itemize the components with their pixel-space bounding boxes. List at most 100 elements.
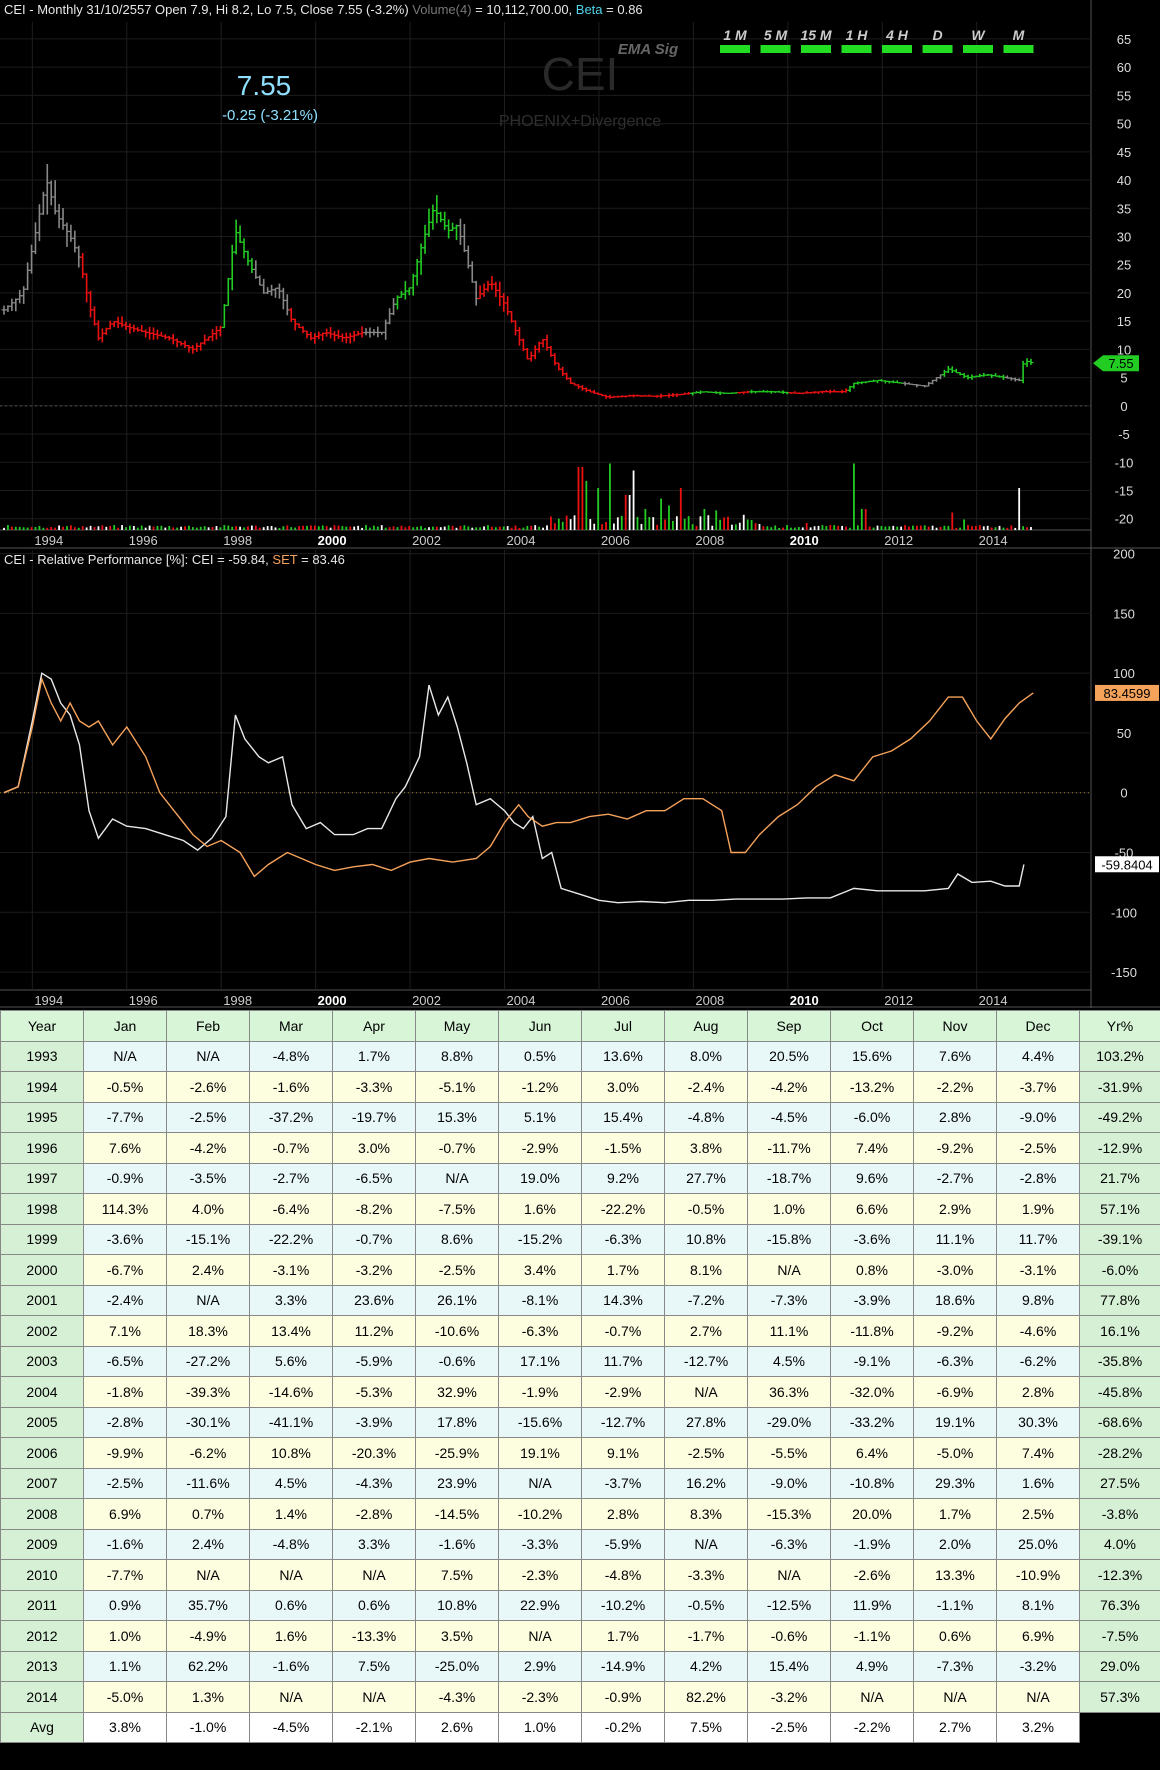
table-row: 1999 -3.6% -15.1% -22.2% -0.7% 8.6% -15.2% -6.3… (0, 1223, 1160, 1255)
monthly-return-cell: -5.1% (415, 1071, 499, 1103)
timeframe-button-5m[interactable]: 5 M (764, 27, 788, 43)
price-x-tick-label: 2002 (412, 533, 441, 548)
column-header-jun[interactable]: Jun (498, 1010, 582, 1042)
monthly-return-cell: 3.5% (415, 1620, 499, 1652)
timeframe-button-15m[interactable]: 15 M (800, 27, 831, 43)
column-header-year[interactable]: Year (0, 1010, 84, 1042)
monthly-return-cell: N/A (996, 1681, 1080, 1713)
column-header-jul[interactable]: Jul (581, 1010, 665, 1042)
column-header-jan[interactable]: Jan (83, 1010, 167, 1042)
timeframe-button-w[interactable]: W (971, 27, 986, 43)
monthly-return-cell: -14.9% (581, 1650, 665, 1682)
set-value: = 83.46 (301, 552, 345, 567)
monthly-return-cell: -33.2% (830, 1406, 914, 1438)
monthly-return-cell: 2.4% (166, 1254, 250, 1286)
chart-header: CEI - Monthly 31/10/2557 Open 7.9, Hi 8.… (4, 2, 643, 17)
monthly-return-cell: 7.1% (83, 1315, 167, 1347)
year-cell: 1993 (0, 1040, 84, 1072)
relative-tick-label: 50 (1117, 726, 1131, 741)
column-header-oct[interactable]: Oct (830, 1010, 914, 1042)
column-header-dec[interactable]: Dec (996, 1010, 1080, 1042)
price-tick-label: 5 (1120, 371, 1127, 386)
monthly-return-cell: 7.6% (913, 1040, 997, 1072)
monthly-return-cell: N/A (249, 1559, 333, 1591)
monthly-return-cell: -2.3% (498, 1681, 582, 1713)
monthly-return-cell: -4.5% (747, 1101, 831, 1133)
monthly-return-cell: -5.5% (747, 1437, 831, 1469)
monthly-return-cell: 1.6% (498, 1193, 582, 1225)
column-header-nov[interactable]: Nov (913, 1010, 997, 1042)
monthly-return-cell: 2.0% (913, 1528, 997, 1560)
year-cell: 2012 (0, 1620, 84, 1652)
monthly-return-cell: N/A (498, 1467, 582, 1499)
timeframe-button-1h[interactable]: 1 H (846, 27, 869, 43)
average-cell: 2.7% (913, 1711, 997, 1743)
average-cell: -2.5% (747, 1711, 831, 1743)
yearly-return-cell: 21.7% (1079, 1162, 1160, 1194)
monthly-return-cell: 0.8% (830, 1254, 914, 1286)
table-row: 2000 -6.7% 2.4% -3.1% -3.2% -2.5% 3.4% 1.7% 8.1%… (0, 1254, 1160, 1286)
table-row: 2008 6.9% 0.7% 1.4% -2.8% -14.5% -10.2% 2.8% 8.3… (0, 1498, 1160, 1530)
column-header-aug[interactable]: Aug (664, 1010, 748, 1042)
year-cell: 1999 (0, 1223, 84, 1255)
monthly-return-cell: -1.6% (249, 1650, 333, 1682)
column-header-feb[interactable]: Feb (166, 1010, 250, 1042)
monthly-return-cell: 11.1% (747, 1315, 831, 1347)
monthly-return-cell: -12.7% (581, 1406, 665, 1438)
monthly-return-cell: -1.6% (249, 1071, 333, 1103)
relative-title: CEI - Relative Performance [%]: CEI = -5… (4, 552, 272, 567)
monthly-return-cell: 6.9% (83, 1498, 167, 1530)
timeframe-button-1m[interactable]: 1 M (723, 27, 747, 43)
monthly-return-cell: -4.8% (664, 1101, 748, 1133)
timeframe-button-bar (963, 45, 993, 53)
column-header-may[interactable]: May (415, 1010, 499, 1042)
yearly-return-cell: -12.3% (1079, 1559, 1160, 1591)
monthly-return-cell: -3.3% (498, 1528, 582, 1560)
monthly-return-cell: -1.6% (415, 1528, 499, 1560)
monthly-return-cell: -4.2% (166, 1132, 250, 1164)
monthly-return-cell: N/A (332, 1559, 416, 1591)
timeframe-button-d[interactable]: D (932, 27, 942, 43)
column-header-sep[interactable]: Sep (747, 1010, 831, 1042)
monthly-return-cell: -10.2% (581, 1589, 665, 1621)
monthly-return-cell: -7.5% (415, 1193, 499, 1225)
monthly-return-cell: -1.2% (498, 1071, 582, 1103)
relative-x-tick-label: 2014 (979, 993, 1008, 1008)
price-x-tick-label: 2012 (884, 533, 913, 548)
monthly-return-cell: -7.3% (747, 1284, 831, 1316)
table-row: 2011 0.9% 35.7% 0.6% 0.6% 10.8% 22.9% -10.2% -0.… (0, 1589, 1160, 1621)
monthly-return-cell: -13.2% (830, 1071, 914, 1103)
price-x-tick-label: 1996 (129, 533, 158, 548)
monthly-return-cell: 13.3% (913, 1559, 997, 1591)
column-header-apr[interactable]: Apr (332, 1010, 416, 1042)
empty-cell (1079, 1711, 1160, 1743)
monthly-return-cell: -25.0% (415, 1650, 499, 1682)
average-cell: -2.2% (830, 1711, 914, 1743)
monthly-return-cell: -11.7% (747, 1132, 831, 1164)
monthly-return-cell: 3.3% (249, 1284, 333, 1316)
monthly-return-cell: 10.8% (415, 1589, 499, 1621)
monthly-return-cell: 27.7% (664, 1162, 748, 1194)
monthly-return-cell: -1.5% (581, 1132, 665, 1164)
monthly-return-cell: -2.7% (913, 1162, 997, 1194)
year-cell: 1997 (0, 1162, 84, 1194)
column-header-mar[interactable]: Mar (249, 1010, 333, 1042)
year-cell: 2013 (0, 1650, 84, 1682)
monthly-return-cell: 114.3% (83, 1193, 167, 1225)
monthly-return-cell: 15.6% (830, 1040, 914, 1072)
timeframe-button-4h[interactable]: 4 H (885, 27, 909, 43)
last-price-tag: 7.55 (1108, 356, 1133, 371)
timeframe-button-bar (922, 45, 953, 53)
signal-label: EMA Sig (618, 41, 678, 58)
column-header-yrpct[interactable]: Yr% (1079, 1010, 1160, 1042)
monthly-return-cell: 9.1% (581, 1437, 665, 1469)
table-row: 2003 -6.5% -27.2% 5.6% -5.9% -0.6% 17.1% 11.7% -… (0, 1345, 1160, 1377)
monthly-return-cell: -1.6% (83, 1528, 167, 1560)
monthly-return-cell: -0.6% (415, 1345, 499, 1377)
price-tick-label: 45 (1117, 145, 1131, 160)
timeframe-button-m[interactable]: M (1013, 27, 1025, 43)
monthly-return-cell: N/A (913, 1681, 997, 1713)
monthly-return-cell: 7.4% (996, 1437, 1080, 1469)
year-cell: 2006 (0, 1437, 84, 1469)
monthly-return-cell: 2.4% (166, 1528, 250, 1560)
